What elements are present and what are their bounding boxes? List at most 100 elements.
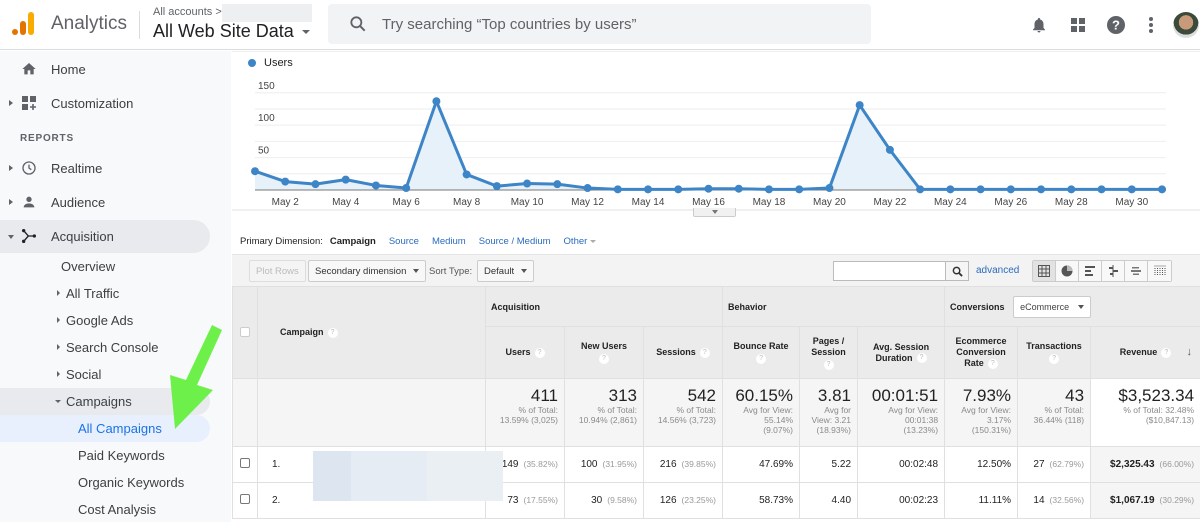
sort-type-label: Sort Type:: [429, 266, 472, 277]
dimension-link-source-medium[interactable]: Source / Medium: [479, 236, 551, 247]
secondary-dimension-dropdown[interactable]: Secondary dimension: [308, 260, 426, 282]
dimension-link-medium[interactable]: Medium: [432, 236, 466, 247]
sidebar-subitem-paid-keywords[interactable]: Paid Keywords: [0, 442, 210, 469]
performance-bar-icon: [1084, 265, 1096, 277]
apps-grid-icon[interactable]: [1066, 13, 1090, 37]
column-header-sessions[interactable]: Sessions?: [644, 327, 723, 379]
view-selector[interactable]: All Web Site Data: [153, 21, 294, 42]
customization-icon: [21, 95, 37, 111]
sidebar-subitem-cost-analysis[interactable]: Cost Analysis: [0, 496, 210, 523]
sidebar-subitem-label: All Campaigns: [78, 421, 162, 436]
total-bounce-rate: 60.15%Avg for View:55.14%(9.07%): [723, 379, 800, 447]
expand-arrow-icon[interactable]: [9, 199, 13, 205]
help-icon[interactable]: ?: [700, 348, 710, 358]
column-header-label: Revenue: [1120, 347, 1158, 357]
total-conversion-rate: 7.93%Avg for View:3.17%(150.31%): [945, 379, 1018, 447]
help-icon[interactable]: ?: [535, 348, 545, 358]
chart-collapse-handle[interactable]: [693, 208, 736, 217]
help-icon[interactable]: ?: [756, 354, 766, 364]
view-dropdown-caret-icon[interactable]: [302, 30, 310, 34]
column-header-pages-session[interactable]: Pages / Session?: [800, 327, 858, 379]
help-icon[interactable]: ?: [1161, 348, 1171, 358]
column-header-new-users[interactable]: New Users?: [565, 327, 644, 379]
help-icon[interactable]: ?: [824, 360, 834, 370]
expand-arrow-icon[interactable]: [57, 344, 60, 350]
row-checkbox[interactable]: [240, 458, 250, 468]
column-header-bounce-rate[interactable]: Bounce Rate?: [723, 327, 800, 379]
row-checkbox[interactable]: [240, 494, 250, 504]
column-header-campaign[interactable]: Campaign?: [258, 287, 486, 379]
dimension-link-other[interactable]: Other: [564, 236, 597, 247]
more-vert-icon[interactable]: [1139, 13, 1163, 37]
x-tick-label: May 12: [571, 197, 604, 208]
expand-arrow-icon[interactable]: [57, 317, 60, 323]
cell-new-users: 30(9.58%): [565, 483, 644, 519]
sidebar-subitem-overview[interactable]: Overview: [0, 253, 210, 280]
performance-view-button[interactable]: [1079, 261, 1102, 281]
sidebar-subitem-organic-keywords[interactable]: Organic Keywords: [0, 469, 210, 496]
sidebar-item-home[interactable]: Home: [0, 53, 210, 86]
column-header-conversion-rate[interactable]: Ecommerce Conversion Rate?: [945, 327, 1018, 379]
pivot-view-button[interactable]: [1148, 261, 1171, 281]
expand-arrow-icon[interactable]: [9, 100, 13, 106]
avatar[interactable]: [1173, 12, 1199, 38]
table-filter-search-button[interactable]: [945, 261, 969, 281]
help-icon[interactable]: ?: [328, 328, 338, 338]
expand-arrow-icon[interactable]: [57, 371, 60, 377]
cell-pages-session: 4.40: [800, 483, 858, 519]
collapse-arrow-icon[interactable]: [55, 400, 61, 403]
sidebar-item-realtime[interactable]: Realtime: [0, 152, 210, 185]
expand-arrow-icon[interactable]: [9, 165, 13, 171]
cell-percent: (30.29%): [1160, 495, 1195, 505]
total-sub: (9.07%): [727, 425, 793, 435]
sidebar-item-customization[interactable]: Customization: [0, 87, 210, 120]
totals-empty-cell: [258, 379, 486, 447]
help-icon[interactable]: ?: [988, 359, 998, 369]
redacted-campaign-name[interactable]: [313, 451, 503, 501]
data-point: [1037, 185, 1045, 193]
column-header-avg-session-duration[interactable]: Avg. Session Duration?: [858, 327, 945, 379]
table-filter-input[interactable]: [833, 261, 946, 281]
analytics-logo-icon[interactable]: [12, 12, 36, 36]
notifications-icon[interactable]: [1027, 13, 1051, 37]
sort-type-dropdown[interactable]: Default: [477, 260, 534, 282]
conversions-type-dropdown[interactable]: eCommerce: [1013, 296, 1091, 318]
x-tick-label: May 28: [1055, 197, 1088, 208]
plot-rows-button[interactable]: Plot Rows: [249, 260, 306, 282]
help-icon[interactable]: ?: [917, 353, 927, 363]
chart-canvas[interactable]: 50100150May 2May 4May 6May 8May 10May 12…: [232, 51, 1200, 221]
dimension-other-label: Other: [564, 236, 588, 247]
term-cloud-view-button[interactable]: [1125, 261, 1148, 281]
data-point: [402, 184, 410, 192]
expand-arrow-icon[interactable]: [57, 290, 60, 296]
comparison-view-button[interactable]: [1102, 261, 1125, 281]
search-bar[interactable]: Try searching “Top countries by users”: [328, 4, 871, 44]
column-header-revenue[interactable]: Revenue? ↓: [1091, 327, 1200, 379]
top-header: Analytics All accounts > All Web Site Da…: [0, 0, 1200, 50]
group-header-conversions: Conversions eCommerce: [945, 287, 1200, 327]
account-breadcrumb[interactable]: All accounts >: [153, 6, 222, 18]
help-icon[interactable]: ?: [1104, 13, 1128, 37]
column-header-transactions[interactable]: Transactions?: [1018, 327, 1091, 379]
help-icon[interactable]: ?: [599, 354, 609, 364]
y-tick-label: 50: [258, 146, 270, 157]
sort-descending-icon[interactable]: ↓: [1187, 347, 1193, 358]
pie-chart-view-button[interactable]: [1056, 261, 1079, 281]
sidebar-item-label: Realtime: [51, 161, 102, 176]
total-sub: % of Total:: [490, 405, 558, 415]
sidebar-item-acquisition[interactable]: Acquisition: [0, 220, 210, 253]
data-table-view-button[interactable]: [1033, 261, 1056, 281]
sidebar-item-audience[interactable]: Audience: [0, 186, 210, 219]
dimension-link-source[interactable]: Source: [389, 236, 419, 247]
cell-value: 73: [507, 495, 518, 506]
collapse-arrow-icon[interactable]: [8, 235, 14, 239]
sidebar-item-label: Audience: [51, 195, 105, 210]
select-all-checkbox[interactable]: [240, 327, 250, 337]
sidebar-subitem-label: Paid Keywords: [78, 448, 165, 463]
sidebar-subitem-all-traffic[interactable]: All Traffic: [0, 280, 210, 307]
help-icon[interactable]: ?: [1049, 354, 1059, 364]
data-point: [553, 180, 561, 188]
term-cloud-icon: [1130, 265, 1142, 277]
advanced-filter-link[interactable]: advanced: [976, 265, 1019, 276]
column-header-users[interactable]: Users?: [486, 327, 565, 379]
